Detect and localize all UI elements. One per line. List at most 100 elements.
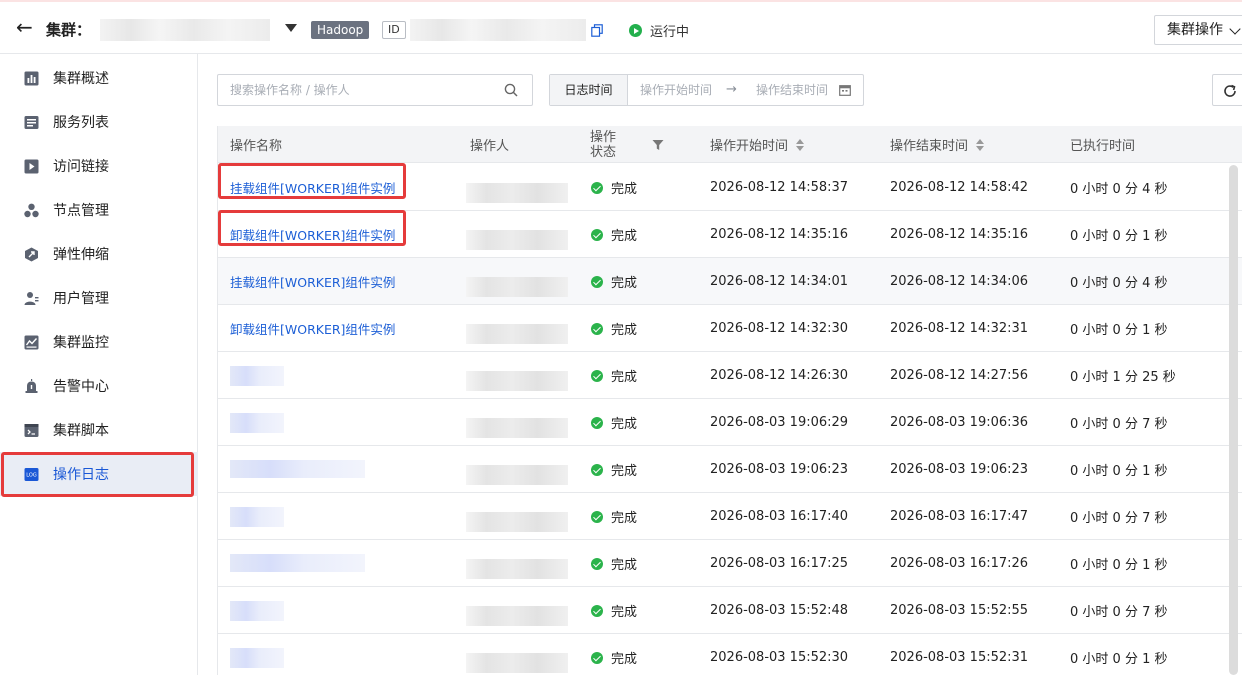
log-time-label: 日志时间 [550, 75, 628, 105]
filter-icon[interactable] [652, 139, 664, 151]
operation-name-redacted [230, 601, 284, 621]
status-label: 完成 [611, 417, 638, 432]
sidebar-item-users[interactable]: 用户管理 [0, 276, 198, 320]
cluster-id-tag: ID [382, 21, 406, 39]
status-label: 完成 [611, 229, 638, 244]
end-time-cell: 2026-08-12 14:58:42 [890, 180, 1029, 195]
end-time-cell: 2026-08-03 15:52:55 [890, 603, 1029, 618]
end-time-cell: 2026-08-12 14:27:56 [890, 368, 1029, 383]
highlight-box-row-1 [218, 163, 406, 199]
nodes-icon [24, 203, 39, 217]
operator-redacted [466, 277, 568, 297]
status-cell: 完成 [591, 352, 637, 399]
table-row[interactable]: 完成 2026-08-03 19:06:29 2026-08-03 19:06:36… [218, 399, 1242, 446]
end-time-input[interactable]: 操作结束时间 [756, 75, 828, 105]
start-time-input[interactable]: 操作开始时间 [640, 75, 712, 105]
column-header-start-time[interactable]: 操作开始时间 [710, 126, 805, 163]
calendar-icon[interactable] [839, 84, 851, 96]
cluster-label: 集群： [46, 21, 92, 39]
column-header-operator: 操作人 [470, 139, 510, 154]
highlight-box-sidebar [1, 452, 194, 497]
search-box [217, 74, 533, 106]
table-row[interactable]: 完成 2026-08-12 14:26:30 2026-08-12 14:27:56… [218, 352, 1242, 399]
status-cell: 完成 [591, 399, 637, 446]
operation-name-cell[interactable]: 挂载组件[WORKER]组件实例 [230, 258, 395, 305]
table-row[interactable]: 完成 2026-08-03 15:52:48 2026-08-03 15:52:55… [218, 587, 1242, 634]
check-circle-icon [591, 181, 603, 194]
cluster-ops-dropdown[interactable]: 集群操作 [1154, 15, 1242, 45]
start-time-cell: 2026-08-12 14:26:30 [710, 368, 849, 383]
start-time-cell: 2026-08-03 16:17:40 [710, 509, 849, 524]
operation-name-link[interactable]: 卸载组件[WORKER]组件实例 [230, 319, 395, 338]
status-label: 完成 [611, 558, 638, 573]
check-circle-icon [591, 416, 603, 429]
alarm-icon [25, 378, 38, 393]
search-icon[interactable] [504, 83, 518, 97]
table-row[interactable]: 挂载组件[WORKER]组件实例 完成 2026-08-12 14:34:01 202… [218, 258, 1242, 305]
operation-name-redacted [230, 413, 284, 433]
play-window-icon [24, 159, 39, 173]
operator-redacted [466, 559, 568, 579]
highlight-box-row-2 [218, 210, 406, 246]
sort-icon[interactable] [976, 138, 985, 151]
elapsed-time-cell: 0 小时 0 分 1 秒 [1070, 652, 1168, 667]
check-circle-icon [591, 510, 603, 523]
refresh-button[interactable] [1212, 74, 1242, 106]
back-arrow-icon[interactable]: ← [16, 16, 33, 38]
sidebar-item-label: 服务列表 [53, 115, 109, 131]
operation-name-link[interactable]: 挂载组件[WORKER]组件实例 [230, 272, 395, 291]
sidebar-item-label: 集群脚本 [53, 423, 109, 439]
operation-name-cell[interactable]: 卸载组件[WORKER]组件实例 [230, 305, 395, 352]
table-row[interactable]: 完成 2026-08-03 19:06:23 2026-08-03 19:06:23… [218, 446, 1242, 493]
start-time-cell: 2026-08-03 19:06:23 [710, 462, 849, 477]
log-time-range[interactable]: 日志时间 操作开始时间 → 操作结束时间 [549, 74, 864, 106]
start-time-cell: 2026-08-12 14:35:16 [710, 227, 849, 242]
sidebar-item-nodes[interactable]: 节点管理 [0, 188, 198, 232]
operation-name-redacted [230, 648, 284, 668]
sidebar: 集群概述 服务列表 访问链接 节点管理 弹性伸缩 用户管理 集群监控 告警中心 … [0, 54, 198, 675]
status-label: 完成 [611, 652, 638, 667]
table-row[interactable]: 卸载组件[WORKER]组件实例 完成 2026-08-12 14:32:30 202… [218, 305, 1242, 352]
sidebar-item-services[interactable]: 服务列表 [0, 100, 198, 144]
status-label: 完成 [611, 511, 638, 526]
sort-icon[interactable] [796, 138, 805, 151]
status-cell: 完成 [591, 305, 637, 352]
table-row[interactable]: 完成 2026-08-03 16:17:40 2026-08-03 16:17:47… [218, 493, 1242, 540]
sidebar-item-overview[interactable]: 集群概述 [0, 56, 198, 100]
cluster-status: 运行中 [629, 21, 689, 40]
sidebar-item-monitor[interactable]: 集群监控 [0, 320, 198, 364]
sidebar-item-label: 集群监控 [53, 335, 109, 351]
status-cell: 完成 [591, 446, 637, 493]
cluster-type-tag: Hadoop [311, 21, 370, 39]
elapsed-time-cell: 0 小时 0 分 7 秒 [1070, 417, 1168, 432]
sidebar-item-alarms[interactable]: 告警中心 [0, 364, 198, 408]
search-input[interactable] [218, 75, 488, 105]
sidebar-item-label: 节点管理 [53, 203, 109, 219]
elapsed-time-cell: 0 小时 0 分 7 秒 [1070, 605, 1168, 620]
status-label: 完成 [611, 464, 638, 479]
table-scrollbar[interactable] [1229, 165, 1238, 675]
user-icon [24, 291, 39, 305]
bar-chart-icon [24, 71, 39, 85]
operator-redacted [466, 324, 568, 344]
sidebar-item-links[interactable]: 访问链接 [0, 144, 198, 188]
sidebar-item-autoscale[interactable]: 弹性伸缩 [0, 232, 198, 276]
end-time-cell: 2026-08-12 14:35:16 [890, 227, 1029, 242]
status-cell: 完成 [591, 493, 637, 540]
end-time-cell: 2026-08-03 16:17:26 [890, 556, 1029, 571]
operator-redacted [466, 183, 568, 203]
cluster-dropdown-icon[interactable] [285, 24, 297, 32]
start-time-cell: 2026-08-03 15:52:30 [710, 650, 849, 665]
column-header-end-time[interactable]: 操作结束时间 [890, 126, 985, 163]
scale-icon [25, 247, 38, 261]
list-icon [24, 115, 39, 129]
sidebar-item-label: 告警中心 [53, 379, 109, 395]
copy-icon[interactable] [591, 24, 603, 37]
elapsed-time-cell: 0 小时 0 分 1 秒 [1070, 464, 1168, 479]
start-time-cell: 2026-08-03 19:06:29 [710, 415, 849, 430]
elapsed-time-cell: 0 小时 1 分 25 秒 [1070, 370, 1176, 385]
operator-redacted [466, 512, 568, 532]
table-row[interactable]: 完成 2026-08-03 15:52:30 2026-08-03 15:52:31… [218, 634, 1242, 675]
table-row[interactable]: 完成 2026-08-03 16:17:25 2026-08-03 16:17:26… [218, 540, 1242, 587]
sidebar-item-scripts[interactable]: 集群脚本 [0, 408, 198, 452]
